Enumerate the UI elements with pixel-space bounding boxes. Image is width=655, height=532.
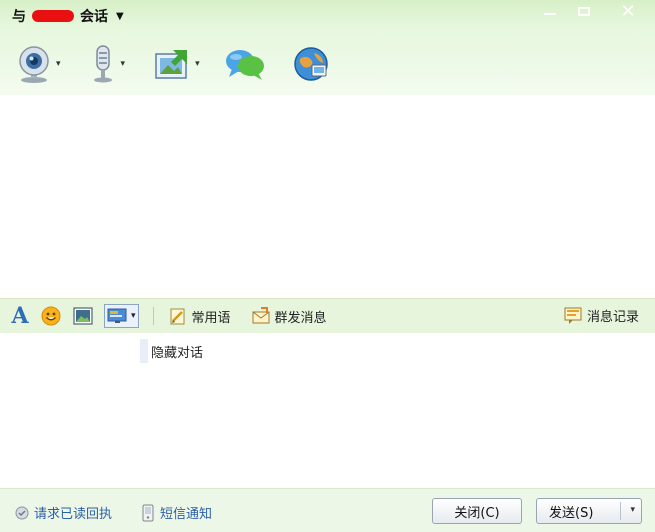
title-suffix: 会话 [80,9,108,25]
send-options-dropdown-icon[interactable]: ▾ [630,505,635,515]
window-title[interactable]: 与 会话 ▼ [12,6,124,26]
file-dropdown-icon[interactable]: ▾ [195,59,200,69]
read-receipt-label: 请求已读回执 [34,507,113,522]
message-history-icon [564,307,582,324]
close-icon: ✕ [620,0,636,22]
font-icon[interactable]: A [10,303,30,329]
screen-capture-button[interactable]: ▾ [104,304,139,328]
send-file-tool[interactable]: ▾ [153,46,200,82]
bottom-bar: 请求已读回执 短信通知 关闭(C) 发送(S) ▾ [0,488,655,532]
input-toolbar: A ▾ 常用语 群发消息 消息记录 [0,298,655,334]
send-button-divider [620,502,621,520]
read-receipt-link[interactable]: 请求已读回执 [14,503,112,522]
group-message-icon [252,307,270,324]
group-message-label: 群发消息 [274,310,327,326]
screen-capture-dropdown-icon[interactable]: ▾ [131,311,136,321]
close-button-label: 关闭(C) [454,505,500,521]
sms-notify-link[interactable]: 短信通知 [140,503,212,522]
close-window-button[interactable]: ✕ [613,0,643,22]
read-receipt-icon [15,506,29,519]
hidden-chat-option[interactable]: 隐藏对话 [140,339,203,363]
message-history-button[interactable]: 消息记录 [563,305,639,325]
send-button-label: 发送(S) [549,505,594,521]
chat-bubbles-icon [225,50,264,80]
microphone-icon [93,45,112,83]
window-header: 与 会话 ▼ ✕ ▾ ▾ ▾ [0,0,655,95]
image-icon[interactable] [72,305,94,327]
message-input-area[interactable]: 隐藏对话 [0,333,655,488]
sms-notify-label: 短信通知 [160,507,213,522]
voice-dropdown-icon[interactable]: ▾ [121,59,126,69]
send-button[interactable]: 发送(S) ▾ [536,498,642,524]
hidden-chat-label: 隐藏对话 [151,345,204,361]
toolbar-divider [152,307,154,325]
webcam-icon [19,46,49,83]
redacted-contact-name [32,10,74,22]
minimize-button[interactable] [537,0,563,22]
maximize-button[interactable] [571,0,597,22]
message-history-label: 消息记录 [586,309,639,325]
emoji-icon[interactable] [40,305,62,327]
globe-app-icon [293,47,328,81]
voice-call-tool[interactable]: ▾ [89,44,126,84]
sms-phone-icon [142,504,154,521]
input-caret [140,339,148,363]
send-file-icon [155,50,188,79]
title-prefix: 与 [12,9,26,25]
maximize-icon [578,6,590,16]
common-phrases-button[interactable]: 常用语 [168,306,231,326]
common-phrases-icon [170,308,185,325]
chat-window: 与 会话 ▼ ✕ ▾ ▾ ▾ A ▾ 常用语 群发消息 消息记录 隐藏对话 请求… [0,0,655,532]
common-phrases-label: 常用语 [191,310,231,326]
close-button[interactable]: 关闭(C) [432,498,522,524]
title-caret-icon[interactable]: ▼ [116,11,124,22]
group-message-button[interactable]: 群发消息 [251,306,327,326]
minimize-icon [544,13,556,15]
message-history-area[interactable] [0,95,655,298]
chat-toolbar: ▾ ▾ ▾ [16,44,330,84]
video-dropdown-icon[interactable]: ▾ [56,59,61,69]
group-chat-tool[interactable] [224,46,266,82]
screen-capture-icon [107,308,127,323]
video-call-tool[interactable]: ▾ [16,44,61,84]
app-tool[interactable] [292,45,330,83]
